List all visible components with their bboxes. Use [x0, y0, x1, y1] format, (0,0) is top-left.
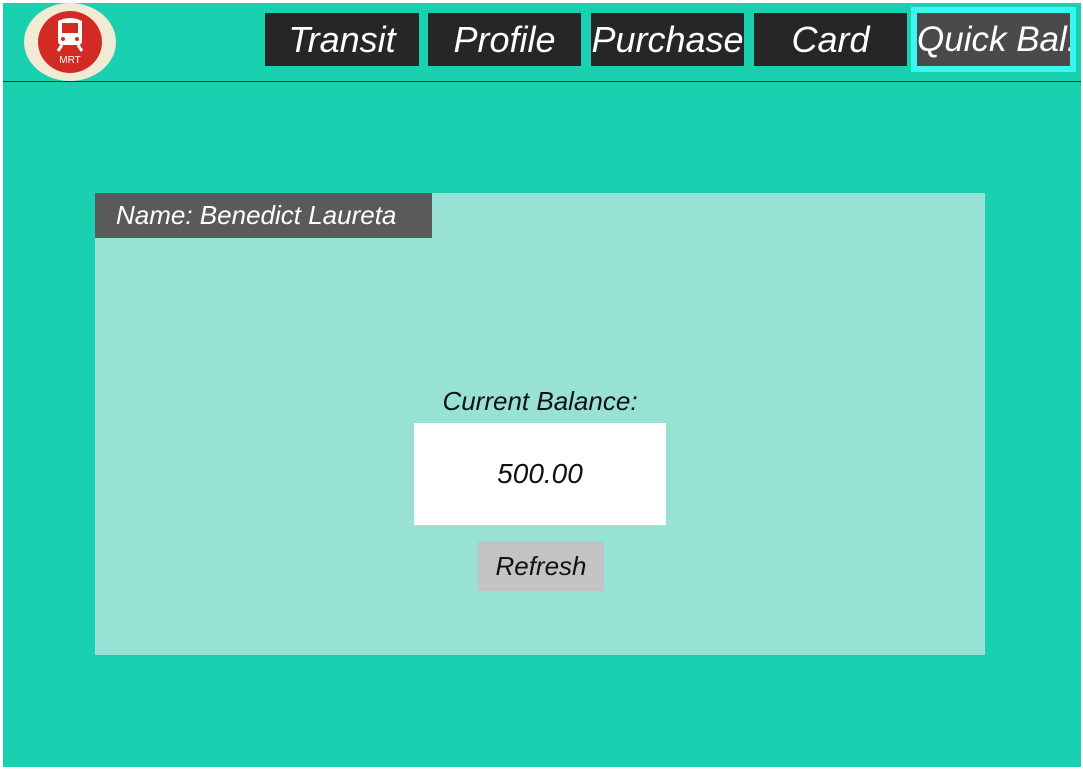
- train-icon: MRT: [38, 11, 102, 73]
- nav-transit-button[interactable]: Transit: [265, 13, 419, 66]
- refresh-button[interactable]: Refresh: [478, 541, 604, 591]
- app-window: MRT Transit Profile Purchase Card Quick …: [3, 3, 1081, 767]
- nav-quick-balance-button[interactable]: Quick Bal.: [911, 7, 1077, 72]
- nav-card-button[interactable]: Card: [754, 13, 907, 66]
- current-balance-label: Current Balance:: [442, 386, 638, 416]
- logo-text: MRT: [59, 55, 81, 66]
- train-glyph: [56, 18, 84, 52]
- header-divider: [3, 81, 1081, 82]
- nav-profile-button[interactable]: Profile: [428, 13, 581, 66]
- balance-panel: Name: Benedict Laureta Current Balance: …: [95, 193, 985, 655]
- mrt-logo[interactable]: MRT: [24, 3, 116, 81]
- user-name-label: Name: Benedict Laureta: [95, 193, 432, 238]
- nav-purchase-button[interactable]: Purchase: [591, 13, 744, 66]
- balance-value: 500.00: [414, 423, 666, 525]
